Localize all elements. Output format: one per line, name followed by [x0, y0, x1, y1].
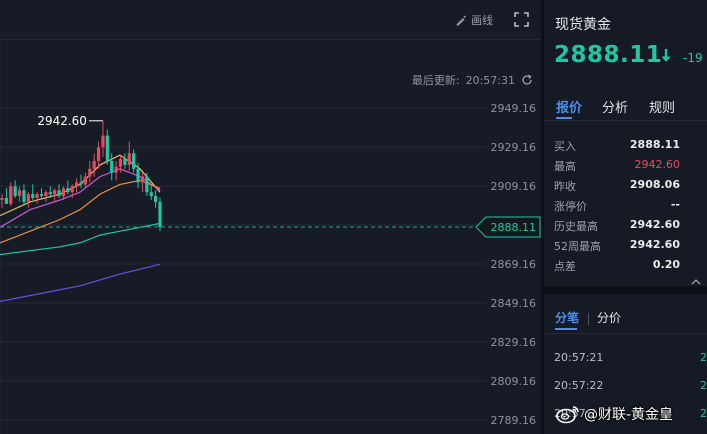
candle-body — [26, 194, 30, 202]
candle-body — [105, 135, 109, 161]
candle-body — [79, 182, 83, 185]
price-change: -19 — [683, 51, 703, 65]
candle-body — [13, 186, 17, 197]
candle-body — [145, 176, 149, 193]
candle-body — [70, 186, 74, 193]
watermark: @财联-黄金皇 — [556, 404, 673, 424]
arrow-down-icon — [661, 49, 671, 62]
row-value: 2908.06 — [629, 178, 680, 191]
current-price: 2888.11 — [554, 42, 663, 68]
candle-body — [4, 198, 8, 204]
row-value: 2888.11 — [629, 138, 680, 151]
candle-body — [118, 159, 123, 167]
current-price-label: 2888.11 — [491, 221, 537, 234]
row-value: 2942.60 — [634, 158, 681, 171]
row-label: 点差 — [554, 260, 576, 273]
tick-value: 2 — [700, 351, 707, 364]
y-tick-label: 2949.16 — [491, 102, 537, 115]
candle-body — [22, 190, 26, 202]
row-limit-up: 涨停价 -- — [544, 196, 707, 216]
candle-body — [140, 176, 145, 183]
candle-body — [123, 159, 127, 165]
row-label: 昨收 — [554, 180, 576, 193]
tick-value: 2 — [700, 407, 707, 420]
y-tick-label: 2849.16 — [491, 297, 537, 310]
y-tick-label: 2809.16 — [491, 375, 537, 388]
row-label: 涨停价 — [554, 200, 587, 213]
row-high: 最高 2942.60 — [544, 156, 707, 176]
candle-body — [9, 186, 13, 204]
tick-row: 20:57:22 2 — [554, 379, 707, 392]
tick-time: 20:57:22 — [554, 379, 604, 392]
row-value: 0.20 — [652, 258, 680, 271]
candle-body — [75, 182, 79, 187]
tab-quote[interactable]: 报价 — [556, 97, 582, 116]
instrument-title: 现货黄金 — [555, 17, 611, 33]
tick-row: 20:57:21 2 — [554, 351, 707, 364]
moving-average-line — [0, 222, 161, 256]
tab-rules[interactable]: 规则 — [649, 97, 675, 116]
candle-body — [149, 192, 153, 197]
row-bid: 买入 2888.11 — [544, 136, 707, 156]
high-annotation: 2942.60 — [37, 114, 87, 128]
row-spread: 点差 0.20 — [544, 256, 707, 276]
candle-body — [101, 135, 105, 148]
trade-tabs: 分笔 分价 — [544, 306, 707, 334]
tick-time: 20:57:21 — [554, 351, 604, 364]
tab-analysis[interactable]: 分析 — [602, 97, 628, 116]
moving-average-line — [0, 263, 161, 302]
row-value: 2942.60 — [629, 238, 680, 251]
candle-body — [92, 160, 96, 169]
candle-body — [132, 153, 136, 169]
candle-body — [136, 168, 140, 183]
tab-ticks[interactable]: 分笔 — [555, 309, 579, 326]
candle-body — [17, 190, 22, 197]
tick-value: 2 — [700, 379, 707, 392]
candle-body — [83, 176, 87, 185]
row-label: 买入 — [554, 140, 576, 153]
candle-body — [0, 198, 4, 200]
y-tick-label: 2869.16 — [491, 258, 537, 271]
candle-body — [154, 196, 158, 202]
candle-body — [53, 190, 57, 195]
candle-body — [44, 192, 48, 197]
row-52w-high: 52周最高 2942.60 — [544, 236, 707, 256]
y-tick-label: 2829.16 — [491, 336, 537, 349]
row-value: 2942.60 — [629, 218, 680, 231]
active-tab-indicator — [556, 117, 572, 119]
row-label: 历史最高 — [554, 220, 598, 233]
candle-body — [39, 194, 44, 197]
tab-price-levels[interactable]: 分价 — [597, 309, 621, 326]
quote-tabs: 报价 分析 规则 — [544, 95, 707, 121]
candle-body — [110, 160, 114, 173]
watermark-text: @财联-黄金皇 — [584, 407, 674, 423]
candle-body — [66, 188, 70, 193]
active-subtab-indicator — [555, 328, 577, 330]
y-tick-label: 2909.16 — [491, 180, 537, 193]
collapse-icon[interactable] — [691, 279, 701, 285]
candle-body — [61, 188, 66, 197]
price-chart[interactable]: 2949.16 2929.16 2909.16 2869.16 2849.16 2829.… — [0, 0, 541, 434]
candle-body — [88, 168, 92, 177]
candle-body — [96, 147, 101, 161]
chart-panel[interactable]: 画线 最后更新: 20:57:31 2949.16 2929.16 2909.16 2… — [0, 0, 541, 434]
y-tick-label: 2929.16 — [491, 141, 537, 154]
row-all-time-high: 历史最高 2942.60 — [544, 216, 707, 236]
weibo-icon — [556, 406, 579, 424]
row-value: -- — [670, 198, 680, 211]
y-tick-label: 2789.16 — [491, 414, 537, 427]
candle-body — [48, 192, 52, 195]
candle-body — [114, 166, 118, 173]
candle-body — [31, 194, 35, 199]
candle-body — [35, 194, 39, 199]
row-prev-close: 昨收 2908.06 — [544, 176, 707, 196]
candle-body — [127, 153, 131, 165]
candle-body — [158, 201, 162, 228]
candle-body — [57, 190, 61, 197]
quote-panel: 现货黄金 2888.11 -19 报价 分析 规则 买入 2888.11 最高 … — [544, 0, 707, 434]
row-label: 52周最高 — [554, 240, 601, 253]
row-label: 最高 — [554, 160, 576, 173]
section-divider — [544, 286, 707, 294]
tab-separator — [588, 313, 589, 325]
